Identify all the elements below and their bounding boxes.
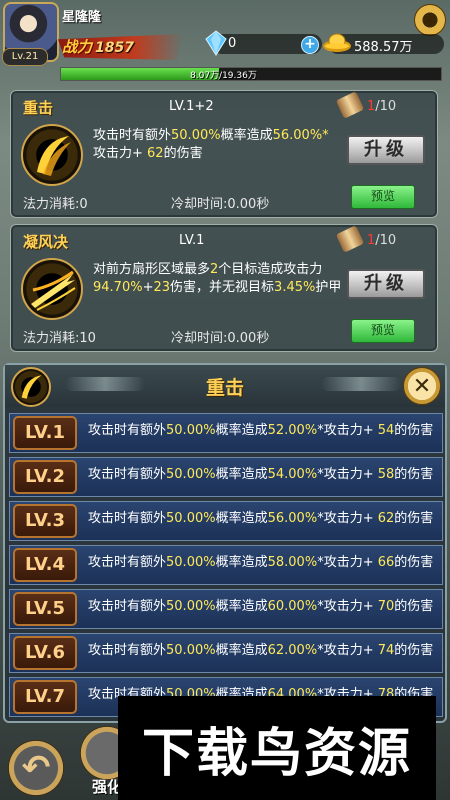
mana-cost: 法力消耗:10 bbox=[23, 331, 96, 346]
mana-cost: 法力消耗:0 bbox=[23, 197, 88, 212]
power-value: 1857 bbox=[95, 40, 134, 56]
skill-emblem-icon bbox=[21, 124, 83, 186]
cooldown-time: 冷却时间:0.00秒 bbox=[171, 331, 270, 346]
exp-text: 8.07万/19.36万 bbox=[190, 71, 257, 81]
level-row: LV.3 攻击时有额外50.00%概率造成56.00%*攻击力+ 62的伤害 bbox=[9, 501, 443, 541]
level-badge: LV.3 bbox=[13, 504, 77, 538]
player-name: 星隆隆 bbox=[62, 10, 102, 25]
cooldown-time: 冷却时间:0.00秒 bbox=[171, 197, 270, 212]
gem-icon bbox=[205, 30, 227, 56]
close-icon[interactable]: ✕ bbox=[403, 367, 441, 405]
upgrade-button[interactable]: 升级 bbox=[347, 269, 425, 299]
level-row: LV.1 攻击时有额外50.00%概率造成52.00%*攻击力+ 54的伤害 bbox=[9, 413, 443, 453]
level-description: 攻击时有额外50.00%概率造成62.00%*攻击力+ 74的伤害 bbox=[88, 643, 434, 658]
detail-title: 重击 bbox=[205, 377, 244, 399]
scroll-icon bbox=[335, 225, 365, 253]
watermark: 下载鸟资源 bbox=[118, 696, 436, 800]
skill-level: LV.1+2 bbox=[169, 99, 214, 114]
skill-panel-1: 重击 LV.1+2 1/10 攻击时有额外50.00%概率造成56.00%* 攻… bbox=[10, 90, 438, 218]
level-row: LV.6 攻击时有额外50.00%概率造成62.00%*攻击力+ 74的伤害 bbox=[9, 633, 443, 673]
level-badge: LV.1 bbox=[13, 416, 77, 450]
level-row: LV.4 攻击时有额外50.00%概率造成58.00%*攻击力+ 66的伤害 bbox=[9, 545, 443, 585]
level-badge: LV.2 bbox=[13, 460, 77, 494]
add-gems-button[interactable]: + bbox=[301, 36, 319, 54]
gold-value: 588.57万 bbox=[354, 40, 413, 55]
preview-button[interactable]: 预览 bbox=[351, 185, 415, 209]
level-badge: LV.4 bbox=[13, 548, 77, 582]
upgrade-button[interactable]: 升级 bbox=[347, 135, 425, 165]
level-description: 攻击时有额外50.00%概率造成56.00%*攻击力+ 62的伤害 bbox=[88, 511, 434, 526]
level-description: 攻击时有额外50.00%概率造成58.00%*攻击力+ 66的伤害 bbox=[88, 555, 434, 570]
level-badge: LV.5 bbox=[13, 592, 77, 626]
gem-value: 0 bbox=[228, 36, 237, 51]
level-row: LV.5 攻击时有额外50.00%概率造成60.00%*攻击力+ 70的伤害 bbox=[9, 589, 443, 629]
level-description: 攻击时有额外50.00%概率造成60.00%*攻击力+ 70的伤害 bbox=[88, 599, 434, 614]
level-row: LV.2 攻击时有额外50.00%概率造成54.00%*攻击力+ 58的伤害 bbox=[9, 457, 443, 497]
gold-ingot-icon bbox=[323, 33, 351, 52]
skill-name: 重击 bbox=[23, 99, 54, 117]
skill-emblem-icon bbox=[21, 258, 83, 320]
level-description: 攻击时有额外50.00%概率造成52.00%*攻击力+ 54的伤害 bbox=[88, 423, 434, 438]
scroll-icon bbox=[335, 91, 365, 119]
settings-gear-icon[interactable]: ✱ bbox=[414, 4, 446, 36]
level-badge: Lv.21 bbox=[2, 48, 48, 66]
back-button[interactable]: ↶ bbox=[8, 740, 64, 796]
preview-button[interactable]: 预览 bbox=[351, 319, 415, 343]
scroll-count: 1/10 bbox=[367, 233, 397, 248]
level-badge: LV.6 bbox=[13, 636, 77, 670]
skill-level: LV.1 bbox=[179, 233, 205, 248]
power-label: 战力 bbox=[62, 38, 93, 56]
skill-description: 对前方扇形区域最多2个目标造成攻击力94.70%+23伤害，并无视目标3.45%… bbox=[93, 262, 342, 295]
skill-description: 攻击时有额外50.00%概率造成56.00%* 攻击力+ 62的伤害 bbox=[93, 128, 329, 161]
skill-name: 凝风决 bbox=[23, 233, 69, 251]
level-description: 攻击时有额外50.00%概率造成54.00%*攻击力+ 58的伤害 bbox=[88, 467, 434, 482]
skill-detail-popup: 重击 ✕ LV.1 攻击时有额外50.00%概率造成52.00%*攻击力+ 54的… bbox=[3, 363, 447, 723]
skill-panel-2: 凝风决 LV.1 1/10 对前方扇形区域最多2个目标造成攻击力94.70%+2… bbox=[10, 224, 438, 352]
scroll-count: 1/10 bbox=[367, 99, 397, 114]
level-badge: LV.7 bbox=[13, 680, 77, 714]
